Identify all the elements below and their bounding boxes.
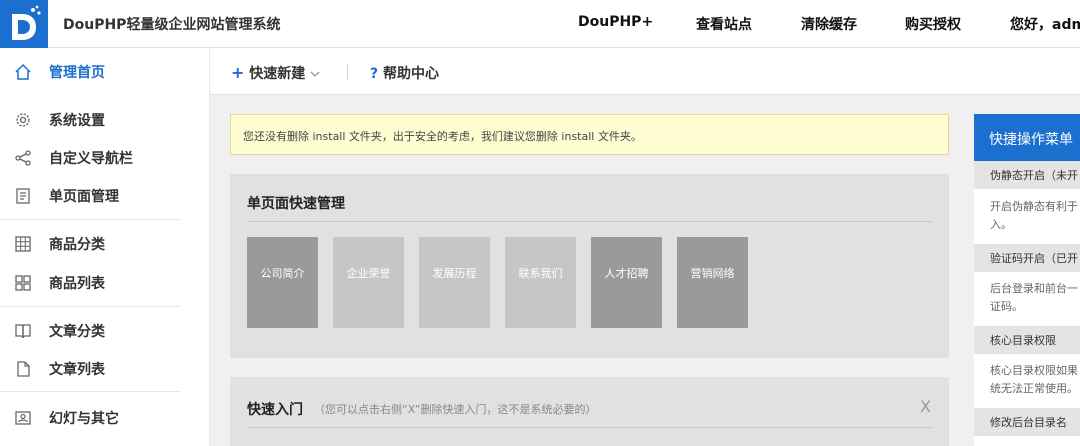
sidebar-item-product-category[interactable]: 商品分类 <box>0 225 209 263</box>
nav-douphp-plus[interactable]: DouPHP+ <box>578 14 653 30</box>
quick-menu-item-desc: 开启伪静态有利于入。 <box>990 200 1078 231</box>
sidebar: 管理首页 系统设置 自定义导航栏 单页面管理 商品分类 商品列表 文章分类 文章… <box>0 48 210 446</box>
quick-menu-item-label: 核心目录权限 <box>990 334 1056 347</box>
tile-label: 发展历程 <box>432 267 477 280</box>
logo[interactable] <box>0 0 48 48</box>
quick-menu-item-rewrite[interactable]: 伪静态开启（未开 <box>974 161 1080 189</box>
grid-dense-icon <box>15 236 31 252</box>
tile-label: 人才招聘 <box>604 267 649 280</box>
sidebar-divider <box>0 391 180 392</box>
quick-menu-item-permissions[interactable]: 核心目录权限 <box>974 326 1080 354</box>
user-greeting[interactable]: 您好，adm <box>1010 14 1080 34</box>
sidebar-item-label: 幻灯与其它 <box>49 411 119 427</box>
tile-label: 企业荣誉 <box>346 267 391 280</box>
nav-clear-cache[interactable]: 清除缓存 <box>801 14 857 34</box>
sidebar-item-article-category[interactable]: 文章分类 <box>0 312 209 350</box>
app-title: DouPHP轻量级企业网站管理系统 <box>63 17 281 33</box>
quick-start-panel: 快速入门 （您可以点击右侧“X”删除快速入门，这不是系统必要的） X <box>230 377 949 446</box>
help-center-link[interactable]: ? 帮助中心 <box>370 63 439 83</box>
book-icon <box>15 324 31 339</box>
tile-contact[interactable]: 联系我们 <box>505 237 576 328</box>
sidebar-divider <box>0 306 180 307</box>
quick-menu-header: 快捷操作菜单 <box>974 114 1080 161</box>
plus-icon: + <box>231 63 245 82</box>
sidebar-item-label: 系统设置 <box>49 113 105 129</box>
tile-history[interactable]: 发展历程 <box>419 237 490 328</box>
sidebar-item-custom-nav[interactable]: 自定义导航栏 <box>0 139 209 177</box>
sidebar-item-home[interactable]: 管理首页 <box>0 53 209 91</box>
tile-honors[interactable]: 企业荣誉 <box>333 237 404 328</box>
sidebar-item-label: 商品分类 <box>49 237 105 253</box>
quick-menu-item-desc: 后台登录和前台一证码。 <box>990 282 1078 313</box>
home-icon <box>15 63 31 80</box>
sidebar-item-slides-other[interactable]: 幻灯与其它 <box>0 399 209 437</box>
sub-toolbar: + 快速新建 ? 帮助中心 <box>210 48 1080 95</box>
tile-label: 营销网络 <box>690 267 735 280</box>
sidebar-item-product-list[interactable]: 商品列表 <box>0 264 209 302</box>
single-page-panel: 单页面快速管理 公司简介 企业荣誉 发展历程 联系我们 人才招聘 营销网络 <box>230 174 949 358</box>
quick-menu-panel: 快捷操作菜单 伪静态开启（未开 开启伪静态有利于入。 验证码开启（已开 后台登录… <box>974 114 1080 446</box>
tile-sales-network[interactable]: 营销网络 <box>677 237 748 328</box>
sidebar-item-article-list[interactable]: 文章列表 <box>0 350 209 388</box>
help-icon: ? <box>370 66 379 82</box>
top-bar: DouPHP轻量级企业网站管理系统 DouPHP+ 查看站点 清除缓存 购买授权… <box>0 0 1080 48</box>
share-icon <box>15 150 31 166</box>
quick-new-dropdown[interactable]: + 快速新建 <box>231 63 320 83</box>
quick-menu-item-rename-admin[interactable]: 修改后台目录名 <box>974 408 1080 436</box>
quick-menu-item-label: 伪静态开启（未开 <box>990 169 1078 182</box>
tile-label: 公司简介 <box>260 267 305 280</box>
chevron-down-icon <box>310 71 320 77</box>
toolbar-divider <box>347 64 348 80</box>
quick-menu-title: 快捷操作菜单 <box>989 132 1073 148</box>
nav-buy-license[interactable]: 购买授权 <box>905 14 961 34</box>
sidebar-item-single-pages[interactable]: 单页面管理 <box>0 177 209 215</box>
panel-title: 单页面快速管理 <box>247 196 345 212</box>
document-icon <box>16 188 30 204</box>
gear-icon <box>16 113 30 127</box>
quick-menu-item-label: 验证码开启（已开 <box>990 252 1078 265</box>
quick-menu-item-captcha[interactable]: 验证码开启（已开 <box>974 244 1080 272</box>
tile-recruitment[interactable]: 人才招聘 <box>591 237 662 328</box>
grid-icon <box>15 275 31 291</box>
file-icon <box>17 361 30 377</box>
panel-divider <box>247 427 932 428</box>
notice-text: 您还没有删除 install 文件夹，出于安全的考虑，我们建议您删除 insta… <box>243 130 642 143</box>
install-warning-notice: 您还没有删除 install 文件夹，出于安全的考虑，我们建议您删除 insta… <box>230 114 949 155</box>
tile-company-profile[interactable]: 公司简介 <box>247 237 318 328</box>
sidebar-divider <box>0 219 180 220</box>
close-quick-start-button[interactable]: X <box>920 397 931 416</box>
panel-title: 快速入门 <box>247 402 303 418</box>
quick-start-hint: （您可以点击右侧“X”删除快速入门，这不是系统必要的） <box>314 403 597 416</box>
quick-menu-item-desc: 核心目录权限如果统无法正常使用。 <box>990 364 1078 395</box>
sidebar-item-label: 自定义导航栏 <box>49 151 133 167</box>
sidebar-item-label: 文章分类 <box>49 324 105 340</box>
sidebar-item-label: 管理首页 <box>49 65 105 81</box>
sidebar-item-system-settings[interactable]: 系统设置 <box>0 101 209 139</box>
douphp-logo-icon <box>12 5 41 40</box>
image-icon <box>15 411 31 425</box>
sidebar-item-label: 商品列表 <box>49 276 105 292</box>
panel-divider <box>247 221 932 222</box>
tile-label: 联系我们 <box>518 267 563 280</box>
sidebar-item-label: 文章列表 <box>49 362 105 378</box>
sidebar-item-label: 单页面管理 <box>49 189 119 205</box>
quick-new-label: 快速新建 <box>249 66 306 82</box>
nav-view-site[interactable]: 查看站点 <box>696 14 752 34</box>
quick-menu-item-label: 修改后台目录名 <box>990 416 1067 429</box>
help-center-label: 帮助中心 <box>383 66 439 82</box>
